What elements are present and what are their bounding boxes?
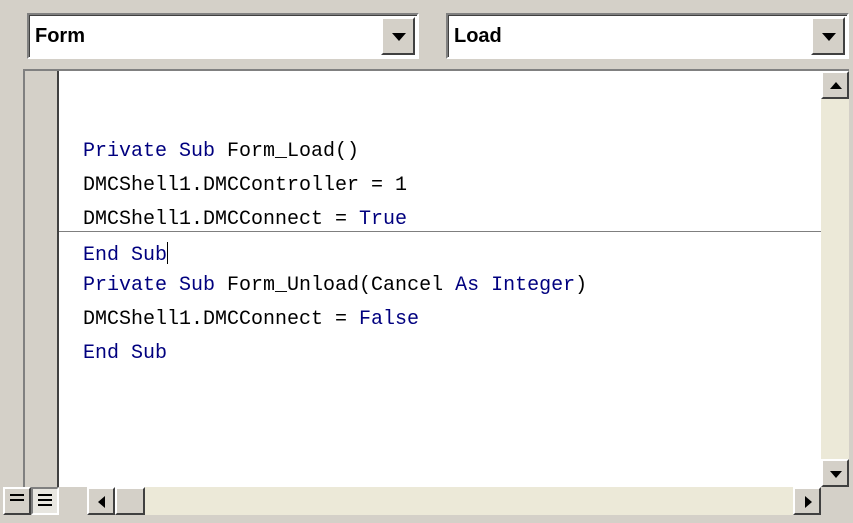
code-line: End Sub [83,242,169,267]
full-module-view-button[interactable] [31,487,59,515]
arrow-up-icon [830,82,842,89]
object-dropdown-value: Form [35,25,85,47]
scrollbar-corner [821,487,849,515]
arrow-down-icon [830,471,842,478]
arrow-right-icon [805,496,812,508]
chevron-down-icon [822,33,836,41]
procedure-dropdown[interactable]: Load [446,13,849,59]
procedure-view-icon [10,494,24,504]
code-editor[interactable]: Private Sub Form_Load() DMCShell1.DMCCon… [59,71,821,487]
scroll-up-button[interactable] [821,71,849,99]
scroll-left-button[interactable] [87,487,115,515]
object-dropdown[interactable]: Form [27,13,419,59]
margin-indicator-bar[interactable] [25,71,57,487]
code-window: Form Load Private Sub Form_Load() DMCShe… [0,0,853,523]
full-module-view-icon [38,494,52,509]
horizontal-scrollbar[interactable] [87,487,821,515]
chevron-down-icon [392,33,406,41]
code-line: Private Sub Form_Load() [83,140,360,163]
scroll-down-button[interactable] [821,459,849,487]
code-line: DMCShell1.DMCConnect = True [83,208,408,231]
text-caret [167,242,169,264]
object-dropdown-button[interactable] [381,17,415,55]
code-line: End Sub [83,342,168,365]
procedure-separator [59,231,821,232]
vertical-scrollbar[interactable] [821,71,849,487]
procedure-view-button[interactable] [3,487,31,515]
code-line: Private Sub Form_Unload(Cancel As Intege… [83,274,588,297]
code-line: DMCShell1.DMCConnect = False [83,308,420,331]
arrow-left-icon [98,496,105,508]
procedure-dropdown-value: Load [454,25,502,47]
code-line: DMCShell1.DMCController = 1 [83,174,408,197]
horizontal-scroll-thumb[interactable] [115,487,145,515]
scroll-right-button[interactable] [793,487,821,515]
procedure-dropdown-button[interactable] [811,17,845,55]
